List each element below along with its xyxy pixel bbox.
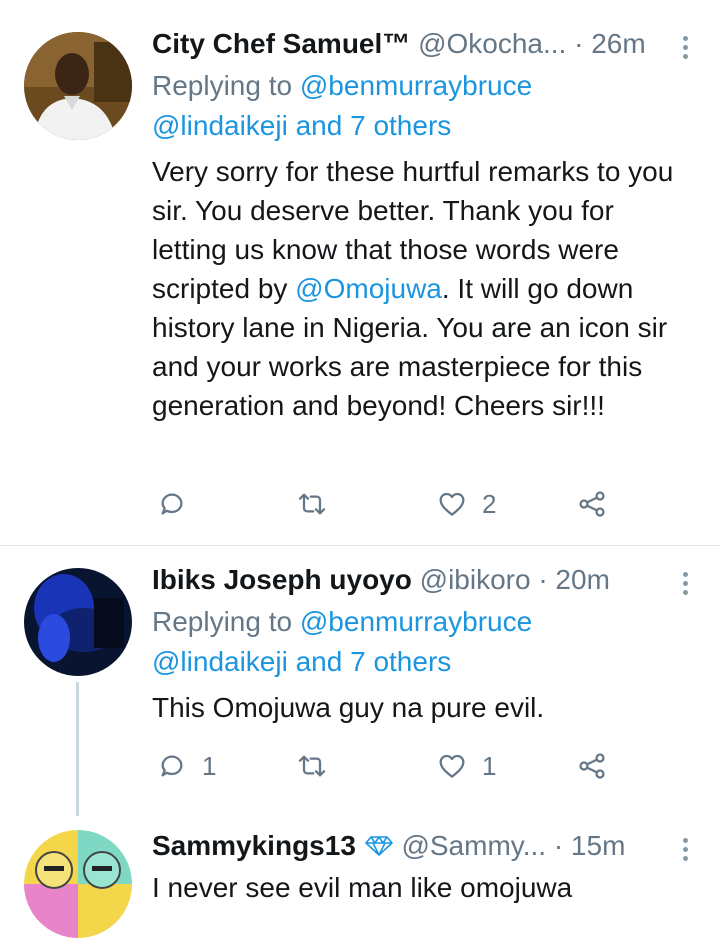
mention-link[interactable]: @lindaikeji and 7 others (152, 110, 451, 141)
more-vertical-icon[interactable] (680, 36, 690, 59)
retweet-button[interactable] (296, 482, 342, 526)
share-button[interactable] (576, 482, 608, 526)
replying-prefix: Replying to (152, 606, 300, 637)
avatar[interactable] (24, 32, 132, 140)
like-count: 2 (482, 488, 497, 519)
mention-link[interactable]: @Omojuwa (295, 273, 442, 304)
diamond-icon (364, 836, 393, 856)
tweet-header: Sammykings13 @Sammy... · 15m (152, 826, 662, 866)
reply-button[interactable]: 1 (156, 744, 216, 788)
reply-icon (161, 493, 183, 515)
display-name[interactable]: City Chef Samuel™ (152, 28, 410, 59)
more-vertical-icon[interactable] (680, 838, 690, 861)
heart-icon (439, 492, 465, 516)
tweet-1[interactable]: City Chef Samuel™ @Okocha... · 26m Reply… (0, 0, 720, 545)
user-handle[interactable]: @Okocha... (418, 28, 566, 59)
avatar[interactable] (24, 568, 132, 676)
tweet-actions: 1 1 (152, 744, 622, 788)
share-icon (579, 491, 605, 517)
timestamp[interactable]: · 26m (574, 28, 646, 59)
tweet-text: Very sorry for these hurtful remarks to … (152, 152, 692, 425)
replying-others: @lindaikeji and 7 others (152, 106, 451, 146)
reply-icon (161, 755, 183, 777)
tweet-actions: 2 (152, 482, 622, 526)
tweet-text: I never see evil man like omojuwa (152, 872, 573, 903)
user-handle[interactable]: @ibikoro (420, 564, 531, 595)
tweet-header: City Chef Samuel™ @Okocha... · 26m (152, 24, 662, 64)
thread-line (76, 682, 79, 816)
display-name[interactable]: Ibiks Joseph uyoyo (152, 564, 412, 595)
replying-prefix: Replying to (152, 70, 300, 101)
timestamp[interactable]: · 20m (538, 564, 610, 595)
heart-icon (439, 754, 465, 778)
user-handle[interactable]: @Sammy... (401, 830, 546, 861)
mention-link[interactable]: @benmurraybruce (300, 70, 532, 101)
retweet-button[interactable] (296, 744, 342, 788)
like-button[interactable]: 2 (436, 482, 496, 526)
like-button[interactable]: 1 (436, 744, 496, 788)
mention-link[interactable]: @benmurraybruce (300, 606, 532, 637)
tweet-2[interactable]: Ibiks Joseph uyoyo @ibikoro · 20m Replyi… (0, 546, 720, 816)
display-name[interactable]: Sammykings13 (152, 830, 356, 861)
replying-others: @lindaikeji and 7 others (152, 642, 451, 682)
replying-to: Replying to @benmurraybruce (152, 66, 532, 106)
share-icon (579, 753, 605, 779)
reply-button[interactable] (156, 482, 202, 526)
more-vertical-icon[interactable] (680, 572, 690, 595)
reply-count: 1 (202, 750, 217, 781)
share-button[interactable] (576, 744, 608, 788)
tweet-text: This Omojuwa guy na pure evil. (152, 692, 545, 723)
tweet-header: Ibiks Joseph uyoyo @ibikoro · 20m (152, 560, 662, 600)
avatar[interactable] (24, 830, 132, 938)
tweet-3[interactable]: Sammykings13 @Sammy... · 15m I never see… (0, 816, 720, 938)
mention-link[interactable]: @lindaikeji and 7 others (152, 646, 451, 677)
replying-to: Replying to @benmurraybruce (152, 602, 532, 642)
like-count: 1 (482, 750, 497, 781)
retweet-icon (298, 493, 326, 515)
retweet-icon (298, 755, 326, 777)
timestamp[interactable]: · 15m (554, 830, 626, 861)
